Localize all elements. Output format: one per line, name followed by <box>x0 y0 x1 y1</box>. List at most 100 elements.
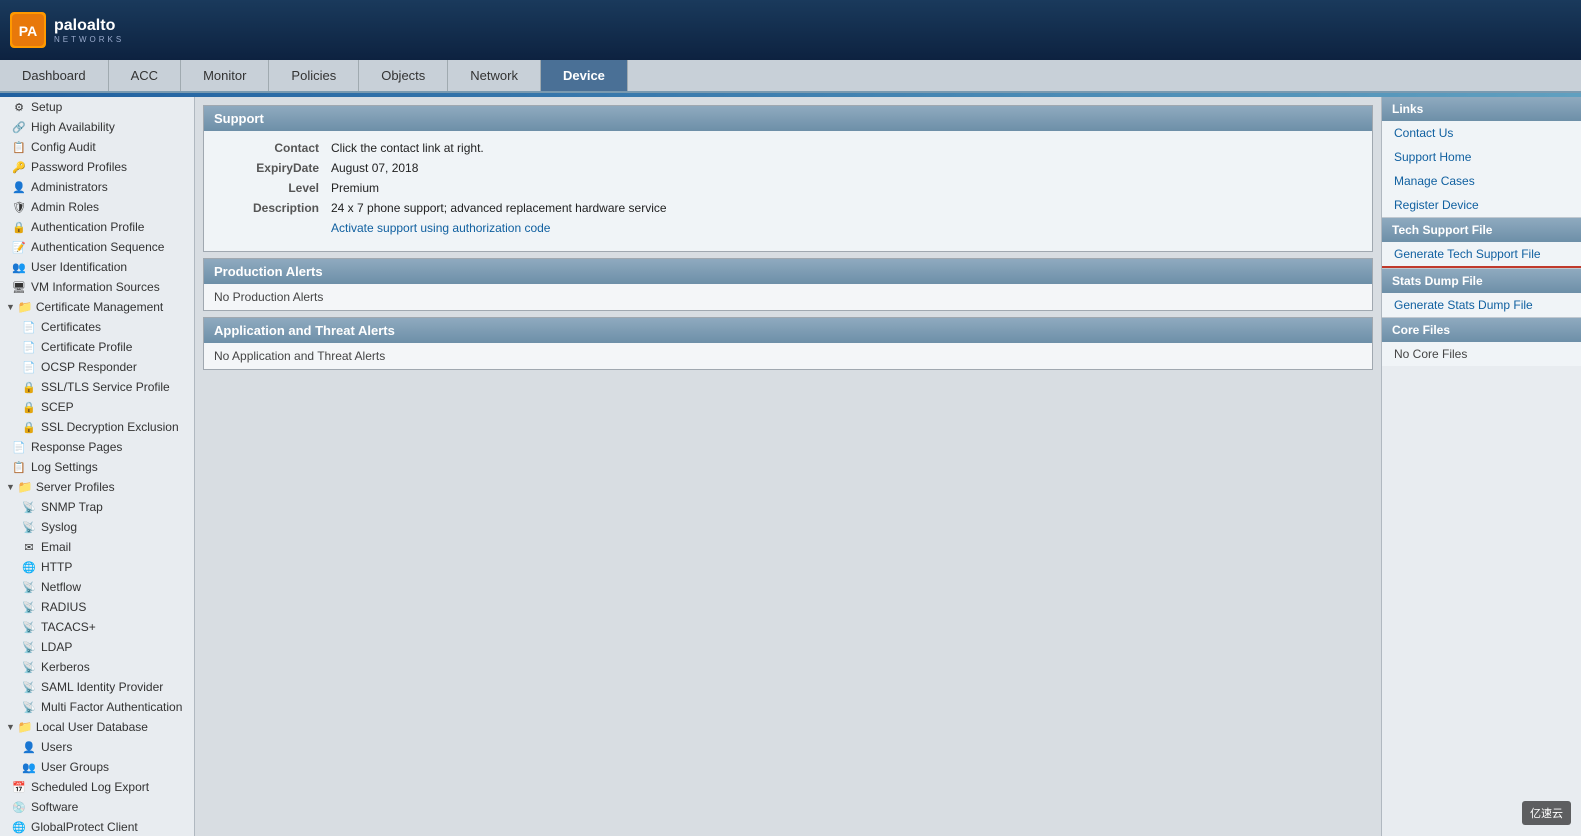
sidebar-item-password-profiles[interactable]: 🔑 Password Profiles <box>0 157 194 177</box>
tab-monitor[interactable]: Monitor <box>181 60 269 91</box>
sidebar-item-radius[interactable]: 📡 RADIUS <box>0 597 194 617</box>
local-user-db-arrow: ▼ <box>6 722 15 732</box>
sidebar-item-ocsp[interactable]: 📄 OCSP Responder <box>0 357 194 377</box>
sidebar-item-admin-roles[interactable]: 🛡 Admin Roles <box>0 197 194 217</box>
sidebar-item-tacacs[interactable]: 📡 TACACS+ <box>0 617 194 637</box>
main-layout: ⚙ Setup 🔗 High Availability 📋 Config Aud… <box>0 97 1581 836</box>
manage-cases-link[interactable]: Manage Cases <box>1382 169 1581 193</box>
links-section-header: Links <box>1382 97 1581 121</box>
register-device-link[interactable]: Register Device <box>1382 193 1581 217</box>
sidebar-item-scep[interactable]: 🔒 SCEP <box>0 397 194 417</box>
cert-profile-icon: 📄 <box>22 340 36 354</box>
auth-profile-icon: 🔒 <box>12 220 26 234</box>
sidebar-item-email[interactable]: ✉ Email <box>0 537 194 557</box>
cert-mgmt-folder-icon: 📁 <box>18 300 33 314</box>
sidebar-item-response-pages[interactable]: 📄 Response Pages <box>0 437 194 457</box>
admin-icon: 👤 <box>12 180 26 194</box>
scep-icon: 🔒 <box>22 400 36 414</box>
sidebar-item-netflow[interactable]: 📡 Netflow <box>0 577 194 597</box>
sidebar-item-setup[interactable]: ⚙ Setup <box>0 97 194 117</box>
sidebar-item-cert-profile[interactable]: 📄 Certificate Profile <box>0 337 194 357</box>
production-alerts-header: Production Alerts <box>204 259 1372 284</box>
level-row: Level Premium <box>219 181 1357 195</box>
sidebar-item-ssl-decryption[interactable]: 🔒 SSL Decryption Exclusion <box>0 417 194 437</box>
generate-tech-support-link[interactable]: Generate Tech Support File <box>1382 242 1581 268</box>
sidebar-item-snmp-trap[interactable]: 📡 SNMP Trap <box>0 497 194 517</box>
sidebar-section-cert-mgmt[interactable]: ▼ 📁 Certificate Management <box>0 297 194 317</box>
contact-us-link[interactable]: Contact Us <box>1382 121 1581 145</box>
tab-objects[interactable]: Objects <box>359 60 448 91</box>
sidebar-item-user-groups[interactable]: 👥 User Groups <box>0 757 194 777</box>
sidebar-item-administrators[interactable]: 👤 Administrators <box>0 177 194 197</box>
sidebar-item-vm-info-sources[interactable]: 🖥 VM Information Sources <box>0 277 194 297</box>
logo-icon: PA <box>10 12 46 48</box>
tab-network[interactable]: Network <box>448 60 541 91</box>
globalprotect-icon: 🌐 <box>12 820 26 834</box>
sidebar-item-log-settings[interactable]: 📋 Log Settings <box>0 457 194 477</box>
sidebar-item-auth-sequence[interactable]: 📝 Authentication Sequence <box>0 237 194 257</box>
config-audit-icon: 📋 <box>12 140 26 154</box>
sidebar-section-server-profiles[interactable]: ▼ 📁 Server Profiles <box>0 477 194 497</box>
svg-text:PA: PA <box>19 23 37 39</box>
sidebar-item-config-audit[interactable]: 📋 Config Audit <box>0 137 194 157</box>
sidebar-item-auth-profile[interactable]: 🔒 Authentication Profile <box>0 217 194 237</box>
tab-policies[interactable]: Policies <box>269 60 359 91</box>
sidebar-item-ssl-tls[interactable]: 🔒 SSL/TLS Service Profile <box>0 377 194 397</box>
nav-tabs: Dashboard ACC Monitor Policies Objects N… <box>0 60 1581 93</box>
sidebar-item-certificates[interactable]: 📄 Certificates <box>0 317 194 337</box>
support-home-link[interactable]: Support Home <box>1382 145 1581 169</box>
ssl-tls-icon: 🔒 <box>22 380 36 394</box>
http-icon: 🌐 <box>22 560 36 574</box>
scheduled-log-icon: 📅 <box>12 780 26 794</box>
contact-label: Contact <box>219 141 319 155</box>
sidebar-item-globalprotect[interactable]: 🌐 GlobalProtect Client <box>0 817 194 836</box>
tab-dashboard[interactable]: Dashboard <box>0 60 109 91</box>
sidebar-item-users[interactable]: 👤 Users <box>0 737 194 757</box>
sidebar-item-saml[interactable]: 📡 SAML Identity Provider <box>0 677 194 697</box>
content-area: Support Contact Click the contact link a… <box>195 97 1381 836</box>
sidebar-item-http[interactable]: 🌐 HTTP <box>0 557 194 577</box>
server-profiles-arrow: ▼ <box>6 482 15 492</box>
right-panel: Links Contact Us Support Home Manage Cas… <box>1381 97 1581 836</box>
logo-text-block: paloalto NETWORKS <box>54 17 124 44</box>
sidebar-item-scheduled-log-export[interactable]: 📅 Scheduled Log Export <box>0 777 194 797</box>
core-files-section-header: Core Files <box>1382 318 1581 342</box>
ldap-icon: 📡 <box>22 640 36 654</box>
expiry-value: August 07, 2018 <box>331 161 418 175</box>
sidebar-item-syslog[interactable]: 📡 Syslog <box>0 517 194 537</box>
auth-sequence-icon: 📝 <box>12 240 26 254</box>
description-label: Description <box>219 201 319 215</box>
setup-icon: ⚙ <box>12 100 26 114</box>
tacacs-icon: 📡 <box>22 620 36 634</box>
app-threat-alerts-panel: Application and Threat Alerts No Applica… <box>203 317 1373 370</box>
saml-icon: 📡 <box>22 680 36 694</box>
activate-link[interactable]: Activate support using authorization cod… <box>331 221 550 235</box>
generate-stats-dump-link[interactable]: Generate Stats Dump File <box>1382 293 1581 317</box>
sidebar-item-kerberos[interactable]: 📡 Kerberos <box>0 657 194 677</box>
production-alerts-message: No Production Alerts <box>204 284 1372 310</box>
email-icon: ✉ <box>22 540 36 554</box>
netflow-icon: 📡 <box>22 580 36 594</box>
tab-device[interactable]: Device <box>541 60 628 91</box>
logo-area: PA paloalto NETWORKS <box>10 12 124 48</box>
user-groups-icon: 👥 <box>22 760 36 774</box>
sidebar-item-user-identification[interactable]: 👥 User Identification <box>0 257 194 277</box>
tab-acc[interactable]: ACC <box>109 60 181 91</box>
response-pages-icon: 📄 <box>12 440 26 454</box>
support-panel: Support Contact Click the contact link a… <box>203 105 1373 252</box>
vm-icon: 🖥 <box>12 280 26 294</box>
description-row: Description 24 x 7 phone support; advanc… <box>219 201 1357 215</box>
local-user-db-folder-icon: 📁 <box>18 720 33 734</box>
syslog-icon: 📡 <box>22 520 36 534</box>
sidebar-item-ldap[interactable]: 📡 LDAP <box>0 637 194 657</box>
ha-icon: 🔗 <box>12 120 26 134</box>
sidebar-item-high-availability[interactable]: 🔗 High Availability <box>0 117 194 137</box>
radius-icon: 📡 <box>22 600 36 614</box>
sidebar-item-software[interactable]: 💿 Software <box>0 797 194 817</box>
core-files-message: No Core Files <box>1382 342 1581 366</box>
sidebar: ⚙ Setup 🔗 High Availability 📋 Config Aud… <box>0 97 195 836</box>
app-threat-alerts-message: No Application and Threat Alerts <box>204 343 1372 369</box>
sidebar-item-mfa[interactable]: 📡 Multi Factor Authentication <box>0 697 194 717</box>
user-id-icon: 👥 <box>12 260 26 274</box>
sidebar-section-local-user-db[interactable]: ▼ 📁 Local User Database <box>0 717 194 737</box>
